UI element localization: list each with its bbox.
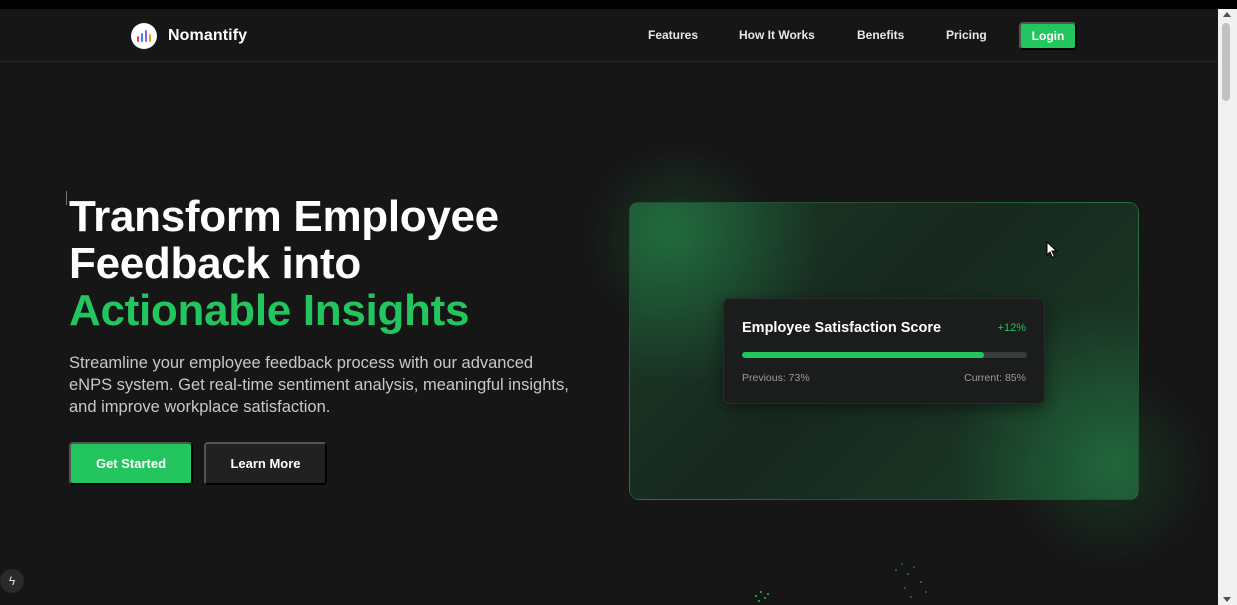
hero-headline: Transform Employee Feedback into Actiona… xyxy=(69,193,609,334)
learn-more-button[interactable]: Learn More xyxy=(204,442,327,485)
satisfaction-score-card: Employee Satisfaction Score +12% Previou… xyxy=(723,298,1045,404)
brand-name: Nomantify xyxy=(168,27,248,44)
text-caret xyxy=(66,191,67,205)
hero-subtitle: Streamline your employee feedback proces… xyxy=(69,354,569,416)
page-scrollbar[interactable] xyxy=(1218,9,1237,605)
scroll-up-arrow-icon[interactable] xyxy=(1223,12,1231,17)
top-nav: Nomantify Features How It Works Benefits… xyxy=(0,9,1218,62)
headline-accent: Actionable Insights xyxy=(69,286,470,335)
score-card-title: Employee Satisfaction Score xyxy=(742,320,942,336)
scroll-down-arrow-icon[interactable] xyxy=(1223,597,1231,602)
headline-line-1: Transform Employee xyxy=(69,192,499,241)
bolt-icon[interactable]: ϟ xyxy=(0,569,24,593)
nav-link-pricing[interactable]: Pricing xyxy=(946,28,987,42)
mouse-pointer-icon xyxy=(1046,241,1058,259)
nav-link-how-it-works[interactable]: How It Works xyxy=(739,28,815,42)
get-started-button[interactable]: Get Started xyxy=(69,442,193,485)
scroll-thumb[interactable] xyxy=(1222,23,1230,101)
headline-line-2: Feedback into xyxy=(69,239,361,288)
score-delta-badge: +12% xyxy=(997,322,1026,334)
nav-link-features[interactable]: Features xyxy=(648,28,698,42)
page-viewport: Nomantify Features How It Works Benefits… xyxy=(0,9,1218,605)
current-score: Current: 85% xyxy=(964,372,1026,384)
score-progress-fill xyxy=(742,352,985,358)
hero-visual-panel: Employee Satisfaction Score +12% Previou… xyxy=(629,202,1139,500)
login-button[interactable]: Login xyxy=(1019,22,1077,50)
nav-link-benefits[interactable]: Benefits xyxy=(857,28,904,42)
score-progress-bar xyxy=(742,352,1027,358)
window-top-strip xyxy=(0,0,1237,9)
previous-score: Previous: 73% xyxy=(742,372,810,384)
bar-chart-icon xyxy=(131,23,157,49)
brand[interactable]: Nomantify xyxy=(131,23,247,49)
